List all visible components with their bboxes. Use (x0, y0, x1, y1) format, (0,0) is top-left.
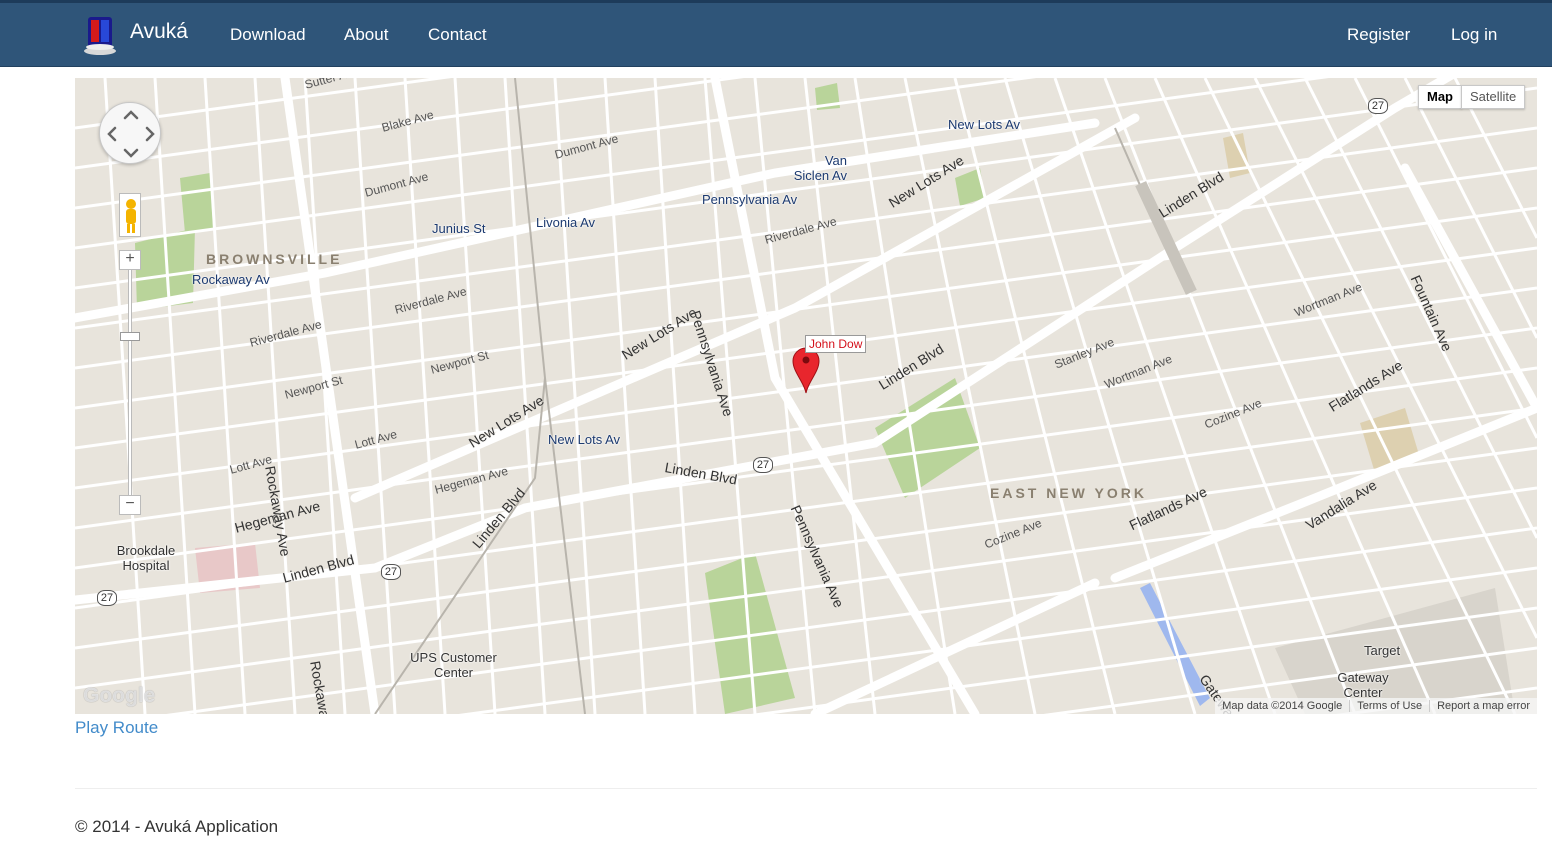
zoom-slider-thumb[interactable] (120, 332, 140, 341)
route-shield: 27 (97, 590, 117, 606)
route-shield: 27 (1368, 98, 1388, 114)
station-junius-st[interactable]: Junius St (432, 221, 485, 236)
location-marker-icon[interactable] (791, 346, 821, 394)
route-shield: 27 (381, 564, 401, 580)
station-pennsylvania-av[interactable]: Pennsylvania Av (702, 192, 797, 207)
zoom-out-button[interactable]: − (119, 495, 141, 515)
route-shield: 27 (753, 457, 773, 473)
place-ups-customer-center[interactable]: UPS Customer Center (391, 650, 516, 680)
brand[interactable]: Avuká (82, 12, 188, 58)
station-rockaway-av[interactable]: Rockaway Av (192, 272, 270, 287)
footer-divider (75, 788, 1537, 789)
pan-arrows-icon (107, 110, 155, 158)
place-brookdale-hospital[interactable]: Brookdale Hospital (111, 543, 181, 573)
nav-contact[interactable]: Contact (428, 25, 487, 45)
map-data-credit: Map data ©2014 Google (1222, 700, 1343, 712)
google-logo[interactable]: Google (83, 684, 155, 708)
place-target[interactable]: Target (1364, 643, 1400, 658)
station-livonia-av[interactable]: Livonia Av (536, 215, 595, 230)
nav-about[interactable]: About (344, 25, 388, 45)
marker-label: John Dow (805, 335, 867, 353)
avuka-logo-icon (82, 13, 118, 57)
brand-name: Avuká (130, 20, 188, 43)
navbar: Avuká Download About Contact Register Lo… (0, 0, 1552, 67)
nav-download[interactable]: Download (230, 25, 306, 45)
footer-copyright: © 2014 - Avuká Application (75, 817, 279, 836)
report-map-error-link[interactable]: Report a map error (1429, 700, 1537, 712)
map-type-map-button[interactable]: Map (1418, 85, 1462, 109)
station-van-siclen-av[interactable]: Van Siclen Av (787, 153, 847, 183)
neighborhood-brownsville: BROWNSVILLE (206, 251, 343, 267)
play-route-link[interactable]: Play Route (75, 718, 158, 738)
nav-login[interactable]: Log in (1451, 25, 1497, 45)
map-type-satellite-button[interactable]: Satellite (1461, 85, 1526, 109)
map-canvas[interactable]: Sutter Ave Blake Ave Dumont Ave Dumont A… (75, 78, 1537, 714)
terms-of-use-link[interactable]: Terms of Use (1349, 700, 1429, 712)
nav-register[interactable]: Register (1347, 25, 1410, 45)
pan-control[interactable] (99, 102, 161, 164)
zoom-slider-track[interactable] (128, 260, 132, 510)
place-gateway-center[interactable]: Gateway Center (1333, 670, 1393, 700)
neighborhood-east-new-york: EAST NEW YORK (990, 485, 1147, 501)
zoom-in-button[interactable]: + (119, 250, 141, 270)
map-attribution: Map data ©2014 Google Terms of Use Repor… (1215, 698, 1537, 714)
street-view-pegman-icon[interactable] (119, 193, 141, 237)
station-new-lots-av-2[interactable]: New Lots Av (548, 432, 620, 447)
station-new-lots-av[interactable]: New Lots Av (948, 117, 1020, 132)
